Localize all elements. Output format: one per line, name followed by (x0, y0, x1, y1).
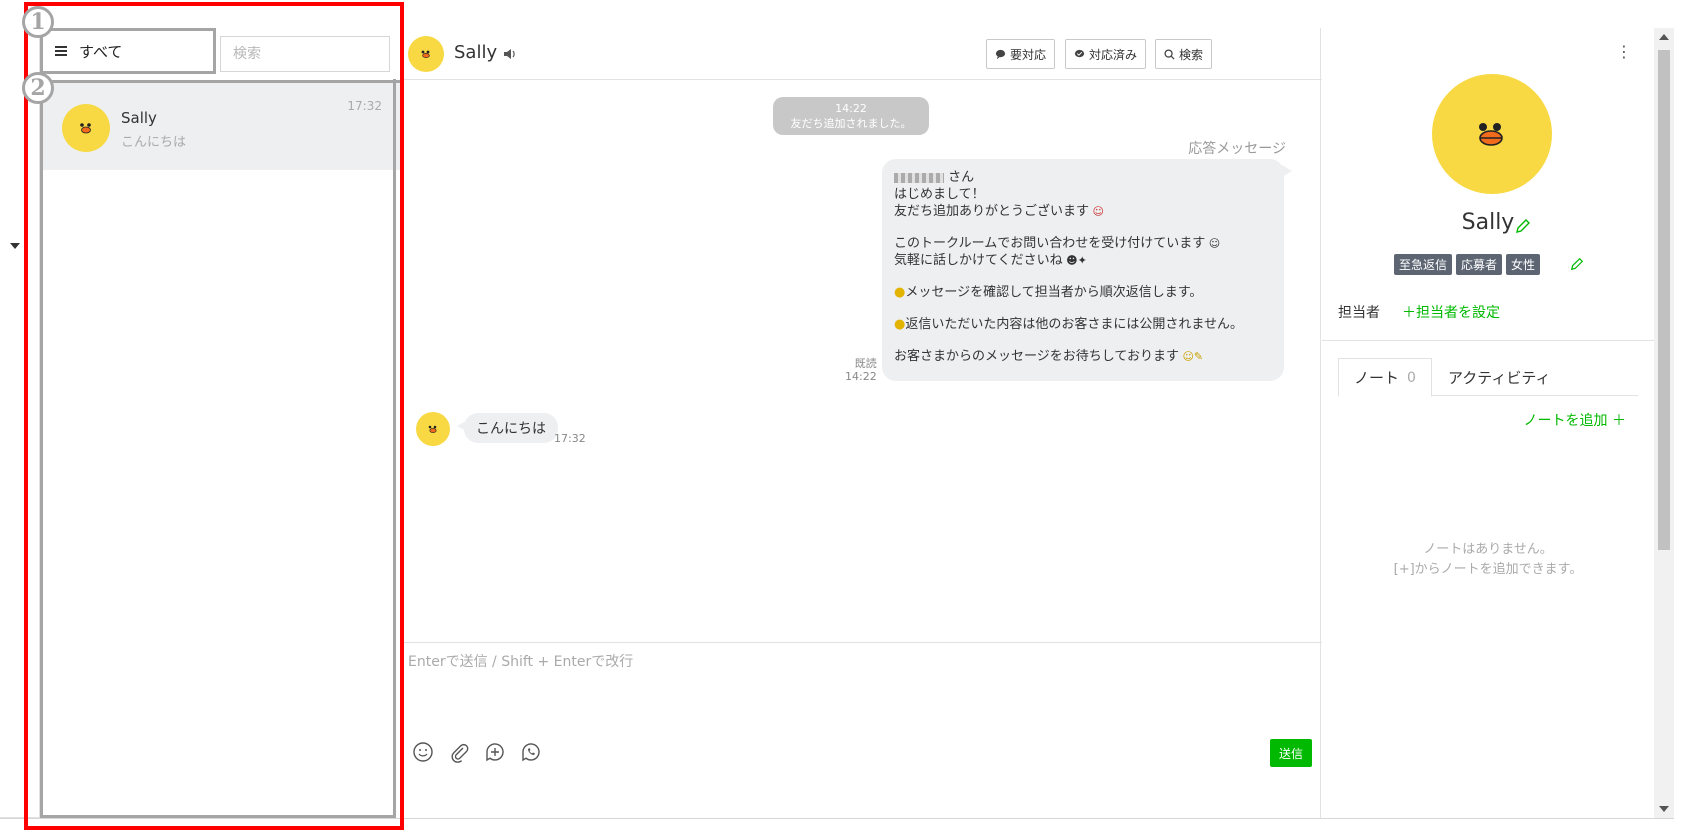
app-window: すべて Sally こんにちは 17:32 Sally (0, 0, 1690, 832)
divider (1322, 340, 1654, 341)
composer: 送信 (402, 642, 1322, 818)
send-button[interactable]: 送信 (1270, 739, 1312, 767)
avatar (62, 104, 110, 152)
profile-tags: 至急返信 応募者 女性 (1394, 254, 1541, 275)
tag: 至急返信 (1394, 254, 1453, 275)
annotation-badge-1: 1 (22, 6, 54, 38)
bulb-icon: ● (894, 285, 906, 300)
system-message: 14:22 友だち追加されました。 (773, 97, 929, 135)
page-scrollbar[interactable] (1654, 28, 1674, 818)
conversation-header: Sally 要対応 対応済み 検索 (402, 28, 1322, 80)
read-time: 14:22 (845, 370, 877, 383)
needs-action-button[interactable]: 要対応 (986, 39, 1056, 69)
chat-check-icon (1074, 49, 1085, 57)
edit-tags-pencil-icon[interactable] (1570, 257, 1584, 271)
chat-time: 17:32 (347, 99, 382, 113)
tag: 応募者 (1456, 254, 1503, 275)
template-message-icon[interactable] (484, 741, 506, 763)
msg-line-3: 友だち追加ありがとうございます (894, 204, 1090, 219)
search-button[interactable]: 検索 (1155, 39, 1213, 69)
incoming-text: こんにちは (476, 421, 546, 437)
add-note-link[interactable]: ノートを追加 ＋ (1524, 410, 1626, 430)
chat-bubble-icon (995, 49, 1006, 59)
system-text: 友だち追加されました。 (790, 117, 912, 130)
tab-notes[interactable]: ノート 0 (1338, 358, 1432, 397)
emoji-icon: ☺ (1205, 237, 1221, 250)
empty-notes-hint: [+]からノートを追加できます。 (1393, 562, 1583, 577)
msg-line-2: はじめまして！ (894, 187, 985, 202)
avatar (408, 36, 444, 72)
blurred-name (894, 172, 944, 183)
empty-notes-text: ノートはありません。 (1423, 542, 1553, 557)
attachment-icon[interactable] (448, 741, 470, 763)
profile-name: Sally (1461, 210, 1515, 235)
chat-preview: こんにちは (121, 135, 187, 150)
tab-notes-label: ノート (1354, 369, 1400, 387)
outgoing-message: さん はじめまして！ 友だち追加ありがとうございます ☺ このトークルームでお問… (882, 159, 1292, 381)
set-owner-link[interactable]: ＋担当者を設定 (1402, 302, 1500, 322)
emoji-icon: ☺✎ (1178, 350, 1204, 363)
chat-search-input[interactable] (220, 36, 390, 72)
dropdown-caret-icon[interactable] (10, 243, 20, 249)
scroll-thumb[interactable] (1658, 50, 1670, 550)
filter-label: すべて (79, 42, 123, 61)
conversation-panel: Sally 要対応 対応済み 検索 14:22 友だち追加されました。 応答メッ… (401, 28, 1322, 818)
search-icon (1164, 48, 1175, 60)
owner-label: 担当者 (1338, 305, 1380, 321)
msg-line-7: 返信いただいた内容は他のお客さまには公開されません。 (905, 317, 1243, 332)
more-menu-icon[interactable]: ⋮ (1616, 42, 1632, 61)
resolved-label: 対応済み (1089, 47, 1138, 62)
scroll-up-icon[interactable] (1659, 34, 1669, 40)
scroll-down-icon[interactable] (1659, 806, 1669, 812)
avatar (416, 412, 450, 446)
msg-line-1: さん (948, 170, 975, 185)
filter-dropdown[interactable]: すべて (40, 28, 216, 74)
composer-tools (412, 741, 542, 763)
speaker-icon[interactable] (503, 48, 517, 60)
edit-name-pencil-icon[interactable] (1515, 218, 1531, 234)
read-label: 既読 (854, 357, 877, 370)
read-receipt: 既読 14:22 (845, 357, 877, 383)
emoji-button-icon[interactable] (412, 741, 434, 763)
message-input[interactable] (408, 651, 1288, 711)
tag: 女性 (1506, 254, 1541, 275)
chat-list-toolbar: すべて (40, 28, 400, 80)
divider (0, 818, 1674, 819)
notes-count: 0 (1407, 369, 1416, 386)
profile-panel: ⋮ Sally 至急返信 応募者 女性 担当者 ＋担当者を設定 ノート 0 アク… (1322, 28, 1654, 818)
needs-action-label: 要対応 (1010, 47, 1047, 62)
resolved-button[interactable]: 対応済み (1065, 39, 1147, 69)
tab-activity[interactable]: アクティビティ (1448, 367, 1550, 388)
chat-list-panel: すべて Sally こんにちは 17:32 (40, 28, 400, 818)
incoming-message: こんにちは (457, 413, 558, 443)
emoji-icon: ☺ (1089, 205, 1104, 218)
left-nav-strip (0, 28, 40, 818)
annotation-badge-2: 2 (22, 72, 54, 104)
emoji-icon: ☻✦ (1062, 254, 1087, 267)
profile-tabs: ノート 0 アクティビティ (1338, 358, 1638, 397)
profile-avatar (1432, 74, 1552, 194)
msg-line-4: このトークルームでお問い合わせを受け付けています (894, 236, 1206, 251)
auto-reply-label: 応答メッセージ (1188, 141, 1286, 157)
search-label: 検索 (1179, 47, 1204, 62)
bulb-icon: ● (894, 317, 906, 332)
chat-list-item[interactable]: Sally こんにちは 17:32 (40, 80, 400, 170)
system-time: 14:22 (835, 102, 867, 115)
msg-line-8: お客さまからのメッセージをお待ちしております (894, 349, 1179, 364)
hamburger-icon (55, 44, 67, 58)
call-icon[interactable] (520, 741, 542, 763)
msg-line-6: メッセージを確認して担当者から順次返信します。 (905, 285, 1203, 300)
chat-name: Sally (121, 109, 157, 127)
incoming-time: 17:32 (554, 432, 586, 445)
conversation-title: Sally (454, 42, 498, 63)
msg-line-5: 気軽に話しかけてくださいね (894, 253, 1063, 268)
